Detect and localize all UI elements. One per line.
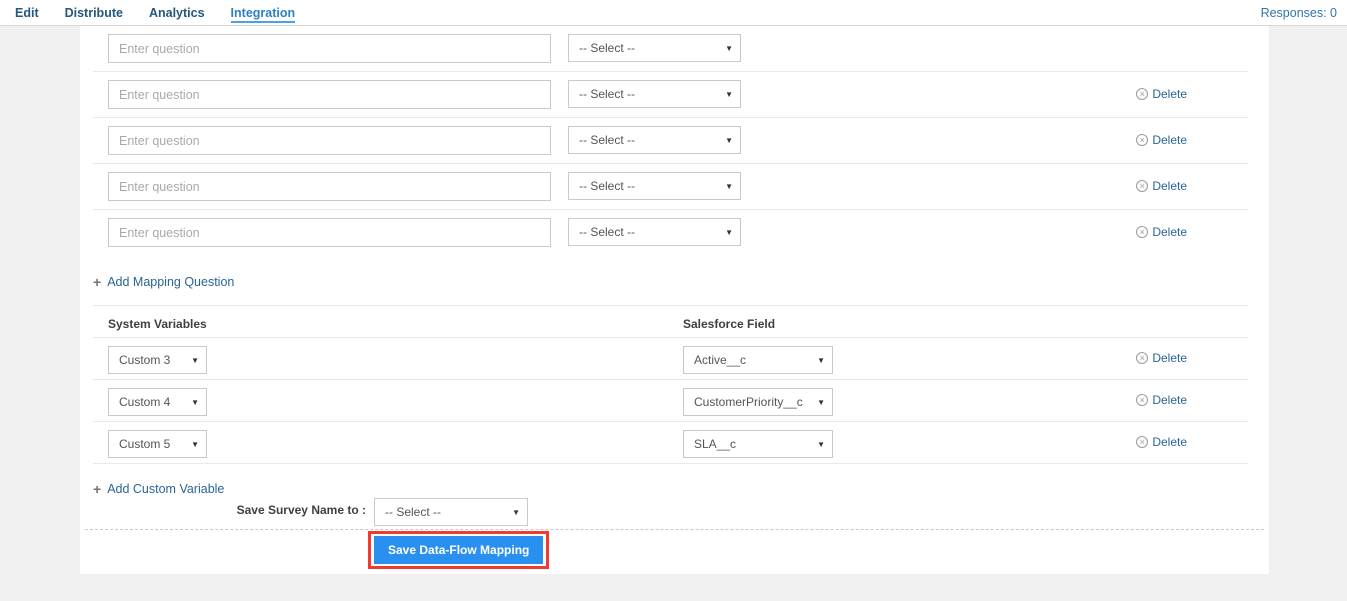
add-custom-variable-label: Add Custom Variable bbox=[107, 482, 224, 496]
delete-question-button[interactable]: Delete bbox=[1136, 133, 1187, 147]
select-value: Custom 4 bbox=[119, 395, 170, 409]
select-value: -- Select -- bbox=[385, 505, 441, 519]
custom-variable-row: Custom 3 Active__c Delete bbox=[93, 338, 1248, 380]
delete-label: Delete bbox=[1152, 351, 1187, 365]
select-value: CustomerPriority__c bbox=[694, 395, 803, 409]
delete-variable-button[interactable]: Delete bbox=[1136, 351, 1187, 365]
question-input[interactable] bbox=[108, 126, 551, 155]
system-variable-select[interactable]: Custom 4 bbox=[108, 388, 207, 416]
delete-label: Delete bbox=[1152, 435, 1187, 449]
question-input[interactable] bbox=[108, 80, 551, 109]
mapping-question-row: -- Select -- Delete bbox=[93, 118, 1248, 164]
mapping-question-row: -- Select -- Delete bbox=[93, 164, 1248, 210]
select-value: SLA__c bbox=[694, 437, 736, 451]
question-field-select[interactable]: -- Select -- bbox=[568, 80, 741, 108]
custom-variable-row: Custom 5 SLA__c Delete bbox=[93, 422, 1248, 464]
delete-circle-x-icon bbox=[1136, 180, 1148, 192]
question-field-select[interactable]: -- Select -- bbox=[568, 34, 741, 62]
add-mapping-question-button[interactable]: Add Mapping Question bbox=[93, 275, 234, 289]
add-mapping-question-label: Add Mapping Question bbox=[107, 275, 234, 289]
salesforce-field-select[interactable]: CustomerPriority__c bbox=[683, 388, 833, 416]
delete-label: Delete bbox=[1152, 225, 1187, 239]
tab-distribute[interactable]: Distribute bbox=[65, 2, 123, 23]
salesforce-field-select[interactable]: SLA__c bbox=[683, 430, 833, 458]
custom-variable-row: Custom 4 CustomerPriority__c Delete bbox=[93, 380, 1248, 422]
delete-question-button[interactable]: Delete bbox=[1136, 87, 1187, 101]
system-variable-select[interactable]: Custom 5 bbox=[108, 430, 207, 458]
select-value: -- Select -- bbox=[579, 225, 635, 239]
salesforce-field-select[interactable]: Active__c bbox=[683, 346, 833, 374]
dashed-divider bbox=[85, 529, 1264, 530]
select-value: Active__c bbox=[694, 353, 746, 367]
delete-circle-x-icon bbox=[1136, 226, 1148, 238]
add-custom-variable-button[interactable]: Add Custom Variable bbox=[93, 482, 224, 496]
mapping-question-row: -- Select -- Delete bbox=[93, 72, 1248, 118]
select-value: -- Select -- bbox=[579, 133, 635, 147]
delete-label: Delete bbox=[1152, 87, 1187, 101]
save-data-flow-mapping-button[interactable]: Save Data-Flow Mapping bbox=[374, 536, 543, 564]
system-variable-select[interactable]: Custom 3 bbox=[108, 346, 207, 374]
question-field-select[interactable]: -- Select -- bbox=[568, 172, 741, 200]
plus-icon bbox=[93, 482, 101, 496]
save-survey-name-label: Save Survey Name to : bbox=[80, 503, 366, 517]
delete-circle-x-icon bbox=[1136, 436, 1148, 448]
question-input[interactable] bbox=[108, 218, 551, 247]
delete-variable-button[interactable]: Delete bbox=[1136, 435, 1187, 449]
top-nav-bar: Edit Distribute Analytics Integration Re… bbox=[0, 0, 1347, 26]
delete-circle-x-icon bbox=[1136, 134, 1148, 146]
plus-icon bbox=[93, 275, 101, 289]
responses-count: Responses: 0 bbox=[1261, 6, 1337, 20]
question-input[interactable] bbox=[108, 172, 551, 201]
delete-question-button[interactable]: Delete bbox=[1136, 225, 1187, 239]
delete-label: Delete bbox=[1152, 179, 1187, 193]
delete-circle-x-icon bbox=[1136, 88, 1148, 100]
mapping-question-row: -- Select -- bbox=[93, 26, 1248, 72]
delete-variable-button[interactable]: Delete bbox=[1136, 393, 1187, 407]
select-value: -- Select -- bbox=[579, 41, 635, 55]
question-field-select[interactable]: -- Select -- bbox=[568, 126, 741, 154]
tab-integration[interactable]: Integration bbox=[231, 2, 296, 23]
select-value: Custom 5 bbox=[119, 437, 170, 451]
question-field-select[interactable]: -- Select -- bbox=[568, 218, 741, 246]
tab-edit[interactable]: Edit bbox=[15, 2, 39, 23]
delete-label: Delete bbox=[1152, 133, 1187, 147]
integration-mapping-panel: -- Select -- -- Select -- Delete -- Sele… bbox=[80, 26, 1269, 574]
salesforce-field-header: Salesforce Field bbox=[683, 317, 775, 331]
select-value: -- Select -- bbox=[579, 179, 635, 193]
tab-analytics[interactable]: Analytics bbox=[149, 2, 205, 23]
delete-label: Delete bbox=[1152, 393, 1187, 407]
delete-circle-x-icon bbox=[1136, 352, 1148, 364]
delete-circle-x-icon bbox=[1136, 394, 1148, 406]
question-input[interactable] bbox=[108, 34, 551, 63]
delete-question-button[interactable]: Delete bbox=[1136, 179, 1187, 193]
section-divider bbox=[93, 305, 1248, 306]
red-highlight-box: Save Data-Flow Mapping bbox=[368, 531, 549, 569]
save-survey-name-select[interactable]: -- Select -- bbox=[374, 498, 528, 526]
mapping-question-row: -- Select -- Delete bbox=[93, 210, 1248, 256]
select-value: -- Select -- bbox=[579, 87, 635, 101]
select-value: Custom 3 bbox=[119, 353, 170, 367]
system-variables-header: System Variables bbox=[108, 317, 207, 331]
